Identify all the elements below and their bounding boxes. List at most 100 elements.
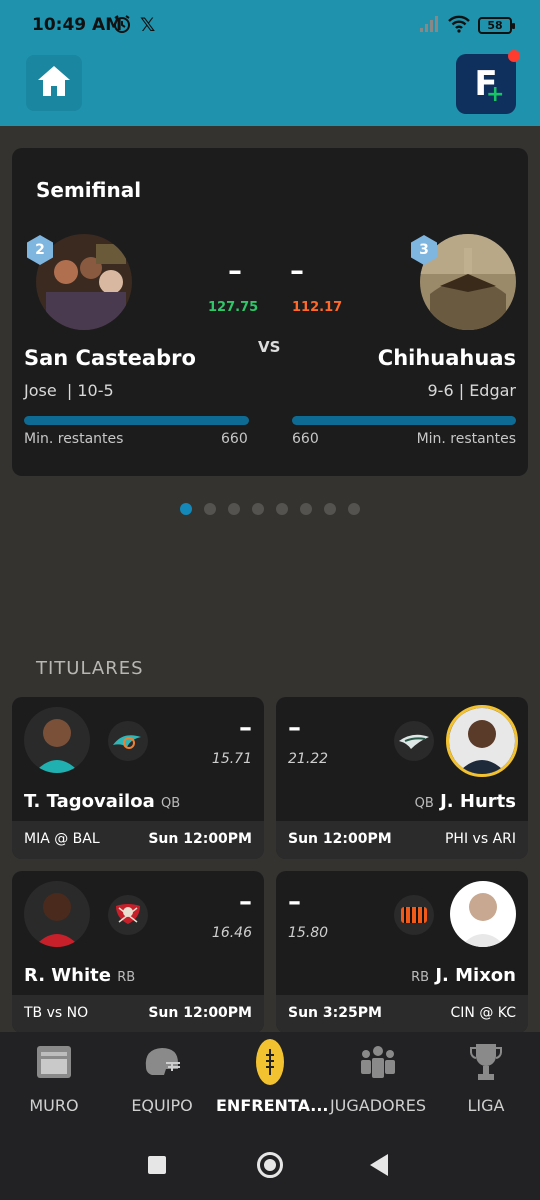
game-time: Sun 3:25PM xyxy=(288,1005,382,1021)
pager-dot[interactable] xyxy=(180,503,192,515)
player-score: – xyxy=(239,887,252,917)
trophy-icon xyxy=(466,1040,506,1084)
game-time: Sun 12:00PM xyxy=(148,1005,252,1021)
player-name-row: RB J. Mixon xyxy=(411,965,516,986)
away-team-name[interactable]: Chihuahuas xyxy=(378,346,516,370)
recents-icon[interactable] xyxy=(148,1156,166,1174)
nav-label: ENFRENTA... xyxy=(216,1096,329,1115)
player-card-hurts[interactable]: – 21.22 QB J. Hurts Sun 12:00PM PHI vs A… xyxy=(276,697,528,859)
buccaneers-logo-icon xyxy=(108,895,148,935)
player-name-row: QB J. Hurts xyxy=(415,791,516,812)
top-header: 10:49 AM 𝕏 58 F + xyxy=(0,0,540,126)
player-card-tagovailoa[interactable]: – 15.71 T. Tagovailoa QB MIA @ BAL Sun 1… xyxy=(12,697,264,859)
starters-title: TITULARES xyxy=(36,658,144,679)
fantasy-app-button[interactable]: F + xyxy=(456,50,520,114)
away-min-label: Min. restantes xyxy=(416,431,516,447)
player-card-mixon[interactable]: – 15.80 RB J. Mixon Sun 3:25PM CIN @ KC xyxy=(276,871,528,1033)
player-name-row: R. White RB xyxy=(24,965,135,986)
player-projected: 21.22 xyxy=(288,751,329,767)
player-photo xyxy=(24,707,90,773)
game-info: Sun 12:00PM PHI vs ARI xyxy=(276,821,528,859)
nav-label: LIGA xyxy=(467,1096,505,1115)
nav-label: JUGADORES xyxy=(329,1096,427,1115)
home-team-name[interactable]: San Casteabro xyxy=(24,346,196,370)
notification-dot xyxy=(508,50,520,62)
away-seed-badge: 3 xyxy=(408,234,440,266)
system-navigation-bar xyxy=(0,1132,540,1200)
home-seed-badge: 2 xyxy=(24,234,56,266)
status-bar: 10:49 AM 𝕏 58 xyxy=(0,0,540,52)
pager-dot[interactable] xyxy=(252,503,264,515)
player-photo xyxy=(446,705,518,777)
player-name[interactable]: J. Mixon xyxy=(435,965,516,986)
player-projected: 16.46 xyxy=(211,925,252,941)
game-time: Sun 12:00PM xyxy=(148,831,252,847)
back-icon[interactable] xyxy=(370,1154,388,1180)
nav-equipo[interactable]: EQUIPO xyxy=(108,1032,216,1132)
plus-icon: + xyxy=(486,82,505,107)
pager-dot[interactable] xyxy=(348,503,360,515)
pager-dot[interactable] xyxy=(204,503,216,515)
player-photo xyxy=(450,881,516,947)
battery-indicator: 58 xyxy=(478,17,515,34)
player-position: QB xyxy=(161,796,181,811)
pager-dot[interactable] xyxy=(276,503,288,515)
away-owner-record: 9-6 | Edgar xyxy=(427,381,517,400)
pager-dot[interactable] xyxy=(324,503,336,515)
home-projected: 127.75 xyxy=(208,300,259,315)
away-progress-bar xyxy=(292,416,516,425)
home-icon xyxy=(36,64,72,102)
dolphins-logo-icon xyxy=(108,721,148,761)
football-icon xyxy=(250,1039,290,1085)
signal-icon xyxy=(418,14,440,40)
player-score: – xyxy=(288,887,301,917)
home-system-icon[interactable] xyxy=(257,1152,283,1178)
player-photo xyxy=(24,881,90,947)
status-time: 10:49 AM xyxy=(32,15,123,35)
vs-label: VS xyxy=(258,338,281,356)
nav-liga[interactable]: LIGA xyxy=(432,1032,540,1132)
away-score: – xyxy=(290,254,304,287)
alarm-icon xyxy=(112,14,132,40)
game-time: Sun 12:00PM xyxy=(288,831,392,847)
round-title: Semifinal xyxy=(36,178,142,202)
player-score: – xyxy=(239,713,252,743)
players-icon xyxy=(358,1040,398,1084)
matchup-pager[interactable] xyxy=(180,503,360,515)
home-owner-record: Jose | 10-5 xyxy=(24,381,114,400)
pager-dot[interactable] xyxy=(228,503,240,515)
player-name[interactable]: J. Hurts xyxy=(440,791,516,812)
player-position: QB xyxy=(414,796,434,811)
game-info: Sun 3:25PM CIN @ KC xyxy=(276,995,528,1033)
bengals-logo-icon xyxy=(394,895,434,935)
home-progress-bar xyxy=(24,416,249,425)
player-name[interactable]: T. Tagovailoa xyxy=(24,791,155,812)
game-matchup: TB vs NO xyxy=(24,1005,89,1021)
feed-icon xyxy=(34,1040,74,1084)
player-position: RB xyxy=(411,970,430,985)
nav-label: MURO xyxy=(29,1096,79,1115)
eagles-logo-icon xyxy=(394,721,434,761)
player-projected: 15.71 xyxy=(211,751,252,767)
game-matchup: MIA @ BAL xyxy=(24,831,100,847)
bottom-navigation: MURO EQUIPO ENFRENTA... JUGADORES LIGA xyxy=(0,1032,540,1132)
home-minutes-remaining: 660 xyxy=(221,431,248,447)
helmet-icon xyxy=(142,1040,182,1084)
nav-label: EQUIPO xyxy=(131,1096,193,1115)
home-score: – xyxy=(228,254,242,287)
player-projected: 15.80 xyxy=(288,925,329,941)
game-info: MIA @ BAL Sun 12:00PM xyxy=(12,821,264,859)
player-score: – xyxy=(288,713,301,743)
pager-dot[interactable] xyxy=(300,503,312,515)
home-button[interactable] xyxy=(26,55,82,111)
away-minutes-remaining: 660 xyxy=(292,431,319,447)
game-info: TB vs NO Sun 12:00PM xyxy=(12,995,264,1033)
nav-muro[interactable]: MURO xyxy=(0,1032,108,1132)
matchup-card[interactable]: Semifinal 2 3 – – 127.75 112.17 San Cast… xyxy=(12,148,528,476)
player-name[interactable]: R. White xyxy=(24,965,111,986)
away-projected: 112.17 xyxy=(292,300,343,315)
nav-enfrentamiento[interactable]: ENFRENTA... xyxy=(216,1032,329,1132)
nav-jugadores[interactable]: JUGADORES xyxy=(324,1032,432,1132)
player-card-white[interactable]: – 16.46 R. White RB TB vs NO Sun 12:00PM xyxy=(12,871,264,1033)
player-name-row: T. Tagovailoa QB xyxy=(24,791,180,812)
